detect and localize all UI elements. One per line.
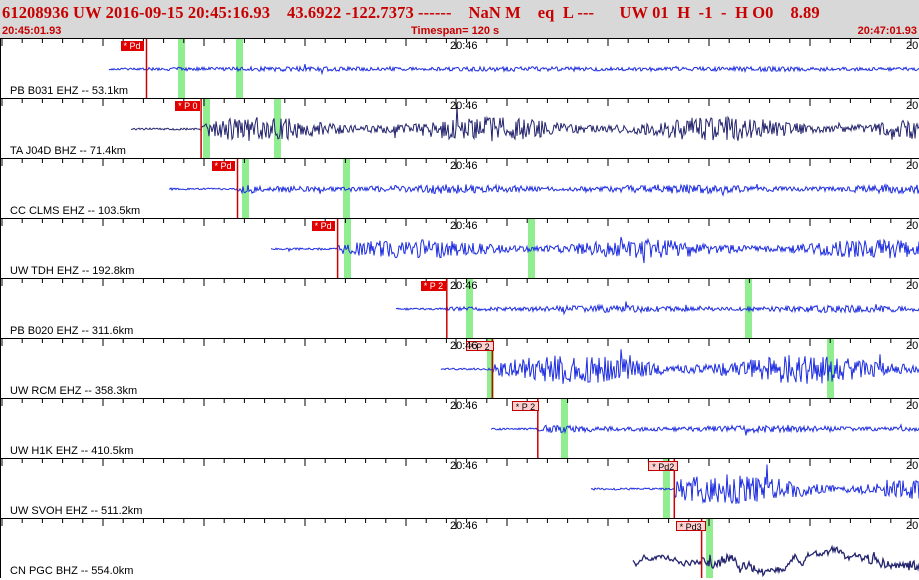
green-window xyxy=(203,99,210,158)
channel-label: CC CLMS EHZ -- 103.5km xyxy=(10,205,141,217)
seismogram-panels: * Pd 20:46 20 PB B031 EHZ -- 53.1km * P 0 20:… xyxy=(0,38,919,580)
trace-panel: * Pd 20:46 20 CC CLMS EHZ -- 103.5km xyxy=(0,158,919,218)
channel-label: UW RCM EHZ -- 358.3km xyxy=(10,385,138,397)
time-label-edge: 20 xyxy=(906,40,919,52)
channel-label: UW H1K EHZ -- 410.5km xyxy=(10,445,134,457)
trace-panel: * P 2 20:46 20 UW RCM EHZ -- 358.3km xyxy=(0,338,919,398)
channel-label: PB B020 EHZ -- 311.6km xyxy=(10,325,134,337)
pick-flag[interactable]: * Pd xyxy=(211,161,235,171)
time-label: 20:46 xyxy=(450,400,478,412)
time-label-edge: 20 xyxy=(906,400,919,412)
trace-panel: * P 2 20:46 20 UW H1K EHZ -- 410.5km xyxy=(0,398,919,458)
channel-label: PB B031 EHZ -- 53.1km xyxy=(10,85,128,97)
waveform xyxy=(440,349,919,384)
pick-flag[interactable]: * Pd xyxy=(311,221,335,231)
time-label: 20:46 xyxy=(450,40,478,52)
time-label: 20:46 xyxy=(450,520,478,532)
event-o-val: O0 xyxy=(752,3,774,22)
waveform xyxy=(632,544,919,578)
time-label-edge: 20 xyxy=(906,520,919,532)
time-label: 20:46 xyxy=(450,160,478,172)
event-network: UW xyxy=(73,3,102,22)
channel-label: CN PGC BHZ -- 554.0km xyxy=(10,565,134,577)
trace-panel: * Pd 20:46 20 PB B031 EHZ -- 53.1km xyxy=(0,38,919,98)
time-label: 20:46 xyxy=(450,100,478,112)
event-lon: -122.7373 xyxy=(345,3,414,22)
pick-flag[interactable]: * Pd3 xyxy=(675,521,706,532)
event-date: 2016-09-15 xyxy=(105,3,184,22)
pick-flag[interactable]: * P 2 xyxy=(420,281,447,291)
trace-panel: * Pd 20:46 20 UW TDH EHZ -- 192.8km xyxy=(0,218,919,278)
waveform xyxy=(490,423,919,436)
time-label: 20:46 xyxy=(450,280,478,292)
event-extra: --- xyxy=(577,3,595,22)
event-ho: H xyxy=(735,3,748,22)
event-mag-type: M xyxy=(505,3,521,22)
event-version: 01 xyxy=(652,3,669,22)
time-label-edge: 20 xyxy=(906,160,919,172)
channel-label: UW TDH EHZ -- 192.8km xyxy=(10,265,135,277)
channel-label: UW SVOH EHZ -- 511.2km xyxy=(10,505,143,517)
waveform xyxy=(168,183,919,197)
time-label-edge: 20 xyxy=(906,220,919,232)
waveform xyxy=(130,105,919,142)
waveform xyxy=(590,464,919,505)
event-depth: ------ xyxy=(418,3,452,22)
timespan: Timespan= 120 s xyxy=(411,25,500,37)
waveform xyxy=(270,236,919,264)
event-type: eq xyxy=(537,3,555,22)
trace-panel: * P 2 20:46 20 PB B020 EHZ -- 311.6km xyxy=(0,278,919,338)
time-label: 20:46 xyxy=(450,340,478,352)
event-h: H xyxy=(677,3,691,22)
pick-flag[interactable]: * P 0 xyxy=(175,101,201,111)
event-geo-type: L xyxy=(562,3,574,22)
channel-label: TA J04D BHZ -- 71.4km xyxy=(10,145,126,157)
event-time: 20:45:16.93 xyxy=(187,3,271,22)
event-header: 61208936 UW 2016-09-15 20:45:16.93 43.69… xyxy=(0,0,919,38)
time-label-edge: 20 xyxy=(906,460,919,472)
time-label: 20:46 xyxy=(450,460,478,472)
time-label-edge: 20 xyxy=(906,340,919,352)
event-id: 61208936 xyxy=(2,3,69,22)
trace-panel: * Pd3 20:46 20 CN PGC BHZ -- 554.0km xyxy=(0,518,919,578)
pick-flag[interactable]: * Pd2 xyxy=(648,461,679,472)
waveform xyxy=(108,63,919,76)
end-time: 20:47:01.93 xyxy=(857,25,917,37)
event-magnitude: NaN xyxy=(468,3,501,22)
trace-panel: * Pd2 20:46 20 UW SVOH EHZ -- 511.2km xyxy=(0,458,919,518)
pick-flag[interactable]: * P 2 xyxy=(511,401,540,412)
waveform xyxy=(395,301,919,316)
event-agency: UW xyxy=(619,3,648,22)
event-summary-line: 61208936 UW 2016-09-15 20:45:16.93 43.69… xyxy=(2,3,820,22)
event-lat: 43.6922 xyxy=(286,3,342,22)
time-label-edge: 20 xyxy=(906,100,919,112)
green-window xyxy=(706,519,713,578)
time-label: 20:46 xyxy=(450,220,478,232)
trace-panel: * P 0 20:46 20 TA J04D BHZ -- 71.4km xyxy=(0,98,919,158)
pick-flag[interactable]: * Pd xyxy=(120,41,144,51)
time-label-edge: 20 xyxy=(906,280,919,292)
start-time: 20:45:01.93 xyxy=(2,25,62,37)
event-h-val: -1 xyxy=(698,3,713,22)
event-value: 8.89 xyxy=(790,3,820,22)
